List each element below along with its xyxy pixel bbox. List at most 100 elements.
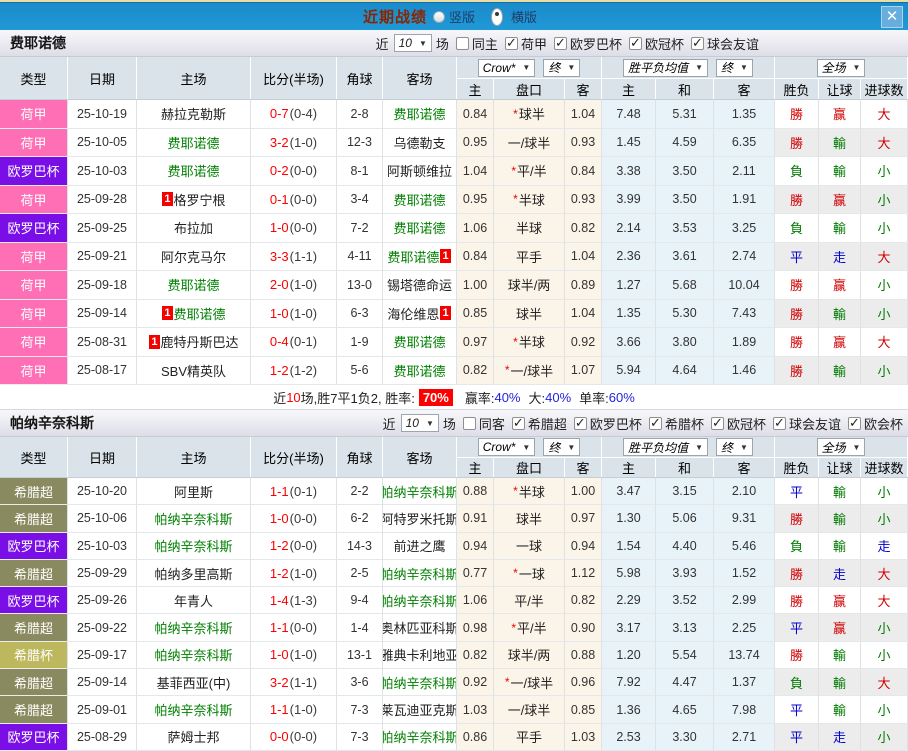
handicap-change-star: * <box>504 363 510 378</box>
match-result: 平 <box>775 723 819 751</box>
recent-results-panel: 近期战绩 竖版 横版 ✕ 费耶诺德 近10▼场同主荷甲欧罗巴杯欧冠杯球会友谊 类… <box>0 0 908 751</box>
mean-home-odds: 2.36 <box>602 242 656 271</box>
score: 1-1 (0-1) <box>251 478 337 506</box>
mean-away-odds: 3.25 <box>714 214 775 243</box>
summary-text: 场,胜7平1负2, 胜率: <box>300 390 415 406</box>
away-odds: 1.03 <box>565 723 602 751</box>
handicap-line: 平/半 <box>494 587 565 615</box>
select-value: 10 <box>405 416 419 430</box>
fulltime-score: 0-2 <box>269 163 289 179</box>
final-select[interactable]: 终 ▼ <box>716 438 753 456</box>
vertical-layout-label[interactable]: 竖版 <box>449 7 475 26</box>
summary-stat-value: 40% <box>494 389 521 405</box>
section-header: 费耶诺德 近 10 ▼ 场 同主 荷甲 欧罗巴杯 欧冠杯 球会友谊 <box>0 30 908 57</box>
mean-draw-odds: 3.50 <box>656 157 714 186</box>
goals-result: 小 <box>861 723 908 751</box>
select-value: 全场 <box>821 440 846 455</box>
final-select[interactable]: 终 ▼ <box>543 438 581 456</box>
crow-select-group: Crow* ▼ 终 ▼ <box>457 57 602 78</box>
league-type-badge: 欧罗巴杯 <box>0 214 68 243</box>
corners: 13-1 <box>337 641 383 670</box>
team-name: 费耶诺德 <box>10 35 66 51</box>
score: 3-2 (1-0) <box>251 128 337 157</box>
league-checkbox[interactable] <box>573 415 587 431</box>
match-result: 平 <box>775 696 819 724</box>
corners: 14-3 <box>337 532 383 560</box>
bookmaker-select[interactable]: Crow* ▼ <box>477 58 536 77</box>
league-checkbox[interactable] <box>628 35 642 51</box>
away-team-name: 莱瓦迪亚克斯 <box>383 703 457 719</box>
league-checkbox[interactable] <box>847 415 861 431</box>
league-checkbox-label: 欧会杯 <box>863 416 903 432</box>
corners: 6-3 <box>337 299 383 328</box>
home-team-name: 鹿特丹斯巴达 <box>160 335 239 351</box>
filter-bar: 近 10 ▼ 场 同客 希腊超 欧罗巴杯 希腊杯 欧冠杯 球会友谊 欧会杯 <box>383 414 908 433</box>
league-type-badge: 荷甲 <box>0 185 68 214</box>
handicap-result: 輸 <box>819 478 861 506</box>
score: 1-0 (1-0) <box>251 641 337 670</box>
odds-selects-row: Crow* ▼ 终 ▼ 胜平负均值 ▼ 终 ▼ 全场 ▼ <box>457 437 908 458</box>
away-team-name: 帕纳辛奈科斯 <box>383 675 457 691</box>
mean-away-odds: 1.35 <box>714 100 775 129</box>
handicap-change-star: * <box>513 566 518 581</box>
home-team: 1 费耶诺德 <box>137 299 251 328</box>
bookmaker-select[interactable]: Crow* ▼ <box>477 438 536 456</box>
home-team: 帕纳辛奈科斯 <box>137 532 251 560</box>
column-header: 主场 <box>137 57 251 99</box>
mean-draw-odds: 5.30 <box>656 299 714 328</box>
league-checkbox[interactable] <box>504 35 518 51</box>
league-checkbox[interactable] <box>553 35 567 51</box>
horizontal-layout-radio[interactable] <box>491 7 503 26</box>
handicap-change-star: * <box>513 106 518 121</box>
wdl-mean-select[interactable]: 胜平负均值 ▼ <box>623 438 708 456</box>
home-team: 基菲西亚(中) <box>137 669 251 697</box>
home-odds: 0.91 <box>457 505 494 533</box>
final-select[interactable]: 终 ▼ <box>543 58 581 77</box>
match-count-select[interactable]: 10 ▼ <box>393 34 432 52</box>
handicap-line: 一/球半 <box>494 128 565 157</box>
mean-home-odds: 2.53 <box>602 723 656 751</box>
full-match-select[interactable]: 全场 ▼ <box>816 438 866 456</box>
away-team: 奥林匹亚科斯 <box>383 614 457 642</box>
same-venue-checkbox[interactable] <box>455 36 469 50</box>
near-label: 近 <box>382 416 396 432</box>
mean-draw-odds: 4.65 <box>656 696 714 724</box>
summary-stat-label: 赢率: <box>464 390 495 406</box>
mean-home-odds: 5.98 <box>602 559 656 588</box>
table-row: 希腊超 25-10-20 阿里斯 1-1 (0-1) 2-2 帕纳辛奈科斯 0.88 * 半球 1.… <box>0 478 908 506</box>
wdl-mean-select[interactable]: 胜平负均值 ▼ <box>623 58 708 77</box>
mean-home-odds: 1.20 <box>602 641 656 670</box>
vertical-layout-radio[interactable] <box>432 10 445 23</box>
away-team-name: 雅典卡利地亚 <box>383 648 457 664</box>
league-type-badge: 荷甲 <box>0 299 68 328</box>
chevron-down-icon: ▼ <box>567 63 576 72</box>
handicap-line: 平手 <box>494 723 565 751</box>
same-venue-checkbox[interactable] <box>462 416 476 430</box>
league-type-badge: 荷甲 <box>0 356 68 385</box>
league-checkbox[interactable] <box>511 415 525 431</box>
column-header: 比分(半场) <box>251 437 337 477</box>
final-select[interactable]: 终 ▼ <box>716 58 753 77</box>
match-date: 25-09-21 <box>68 242 137 271</box>
league-checkbox[interactable] <box>772 415 786 431</box>
handicap-line: 球半 <box>494 505 565 533</box>
horizontal-layout-label[interactable]: 横版 <box>511 7 537 26</box>
select-value: Crow* <box>482 60 516 75</box>
summary-lead: 近 <box>273 390 287 406</box>
match-result: 負 <box>775 669 819 697</box>
mean-draw-odds: 5.68 <box>656 271 714 300</box>
league-checkbox[interactable] <box>648 415 662 431</box>
mean-away-odds: 2.10 <box>714 478 775 506</box>
league-checkbox[interactable] <box>710 415 724 431</box>
league-checkbox[interactable] <box>690 35 704 51</box>
mean-home-odds: 7.92 <box>602 669 656 697</box>
mean-home-odds: 1.54 <box>602 532 656 560</box>
match-date: 25-10-20 <box>68 478 137 506</box>
match-result: 負 <box>775 214 819 243</box>
full-match-select[interactable]: 全场 ▼ <box>816 58 866 77</box>
match-count-select[interactable]: 10 ▼ <box>400 414 439 432</box>
mean-draw-odds: 5.54 <box>656 641 714 670</box>
column-header: 盘口 <box>494 79 565 99</box>
close-icon[interactable]: ✕ <box>881 6 903 28</box>
mean-away-odds: 1.91 <box>714 185 775 214</box>
